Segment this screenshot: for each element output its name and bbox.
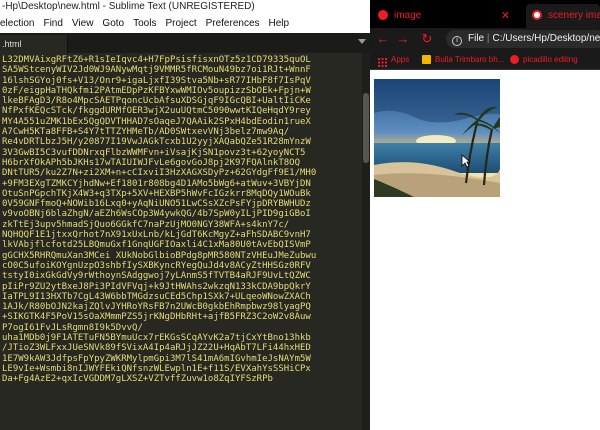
- window-title: -Hp\Desktop\new.html - Sublime Text (UNR…: [0, 0, 370, 14]
- code-line: /JTioZ3WLFxxJUeSNVk89fSVixA4Ip4aRJjJZ22U…: [2, 343, 311, 354]
- code-line: LE9vIe+Wsmbi8nIJWYFEkiQNfsnzWLEwpln1E+f1…: [2, 363, 311, 374]
- code-line: lkeBFAgD3/R8o4MpcSAETPqoncUcbAfsuXDSGjqF…: [2, 96, 311, 107]
- menu-item-goto[interactable]: Goto: [102, 14, 124, 33]
- menu-item-view[interactable]: View: [72, 14, 94, 33]
- address-bar[interactable]: i File | C:/Users/Hp/Desktop/ne: [446, 30, 600, 48]
- tab-new-html[interactable]: .html: [0, 35, 68, 53]
- tab-strip: image ✕ scenery image: [370, 0, 600, 28]
- url-scheme-label: File: [468, 33, 485, 44]
- code-line: cO0C5ufoiKOYgnUzpO3shbfIySXBKyncRYegQuJd…: [2, 260, 311, 271]
- scrollbar-thumb[interactable]: [363, 93, 369, 163]
- tab-image[interactable]: image ✕: [378, 4, 526, 28]
- code-line: OtuSnPGpchTKjX4W3+q3TXp+5XV+HEXBP5hWvFcI…: [2, 188, 311, 199]
- menu-item-election[interactable]: election: [0, 14, 34, 33]
- code-line: 0V59GNFfmoQ+NOWib16Lxq0+yAqNiUNO51LwCSsX…: [2, 199, 311, 210]
- code-line: L32DMVAixgRFtZ6+R1sIeIqvc4+H7FpPsisfisxn…: [2, 55, 311, 65]
- editor-scrollbar[interactable]: [362, 53, 370, 430]
- code-line: uha1MDb0j9F1ATETuFN5BYmuUcx7rEKGsSCqAYvK…: [2, 333, 311, 344]
- code-line: Re4vDRTLbzJ5H/y20877I19VwJAGkTcxb1U2yyjX…: [2, 137, 311, 148]
- code-line: Da+Fg4AzE2+qxIcVGDDM7gLXSZ+VZTvffZuvw1o8…: [2, 374, 273, 385]
- code-line: NQHQQF1E1jtxxQrhot7nX91xUxLnb/kLjGdT6KcM…: [2, 230, 311, 241]
- code-line: tstyI0ixGkGdVy9rWthoynSAdggwoj7yLAnmS5fT…: [2, 271, 311, 282]
- bookmarks-bar: Apps Bulla Trimbaro bh... picadillo edit…: [370, 50, 600, 70]
- bookmark-label: Apps: [391, 55, 410, 64]
- bookmark-label: picadillo editing: [523, 55, 578, 64]
- menu-bar: election Find View Goto Tools Project Preferen…: [0, 14, 370, 33]
- code-line: SA5WStcenyWIV2Jd0WJ9ANywMqtj9VMMR5fRCMou…: [2, 65, 311, 76]
- code-line: pIiPr9ZU2ytBxeJ8Pi3PIdVFVqj+k9JtHWAhs2wk…: [2, 281, 311, 292]
- bookmark-picadillo[interactable]: picadillo editing: [510, 50, 600, 70]
- back-arrow-icon[interactable]: ←: [374, 30, 392, 48]
- chrome-window: image ✕ scenery image ← → ↻ i File |C:/Us…: [370, 0, 600, 430]
- tab-favicon-icon: [378, 10, 388, 21]
- mouse-cursor-icon: [461, 154, 471, 168]
- tab-label: scenery image: [548, 10, 600, 21]
- page-viewport: [370, 71, 600, 430]
- code-line: H6brXfOkAPh5bJKHs17wTAIUIWJFvLe6govGoJ8p…: [2, 157, 301, 168]
- menu-item-tools[interactable]: Tools: [133, 14, 156, 33]
- apps-grid-icon: [378, 55, 387, 68]
- close-tab-icon[interactable]: ✕: [501, 4, 510, 28]
- sublime-text-window: -Hp\Desktop\new.html - Sublime Text (UNR…: [0, 0, 370, 430]
- bookmark-bulla[interactable]: Bulla Trimbaro bh...: [422, 50, 504, 70]
- code-line: 1E7W9kAW3JdfpsFpYpyZWKRMylpmGpi3M7lS41mA…: [2, 353, 311, 364]
- code-line: A7CwH5KTa8FFB+S4Y7tTTZYHMeTb/AD0SWtxevVN…: [2, 127, 290, 138]
- code-line: NfPxfKEQcSTck/fkggdURMfOER3wjX2uuUQtmC50…: [2, 106, 311, 117]
- code-line: +SIKGTK4F5PoV15sOaXMmmPZS5jrKNgDHbRHt+aj…: [2, 312, 311, 323]
- code-line: 1AJk/R80bOJN2kajZQlvJYHRoYRsFB7n2UWcB0gk…: [2, 302, 311, 313]
- code-line: gGCHX5RHRQmuXan3MCei XUkNobGlbioBPdg8pMR…: [2, 250, 317, 261]
- tab-label: .html: [2, 39, 22, 49]
- code-line: lkVAbjflcfotd25LBQmuGxf1GnqUGFIOaxli4C1x…: [2, 240, 311, 251]
- code-line: zkTtEj3upv5hmadSjQuo6GGkfC7naPzUjMO0NGY3…: [2, 219, 290, 230]
- tab-scenery-image[interactable]: scenery image: [526, 4, 600, 28]
- code-line: 0zF/eigpHaTHQkfmi2PAtmEDpPzKFBYxwWMIOv5o…: [2, 85, 311, 96]
- tab-label: image: [394, 10, 422, 21]
- code-line: 16lshSGYoj0fs+V13/Onr9+igaLjxfI39Stva5Nb…: [2, 75, 311, 86]
- menu-item-preferences[interactable]: Preferences: [206, 14, 260, 33]
- code-line: 3V3GwBI5C3vufDDNrxqFlbzWWMFvn+iVsajKjSN1…: [2, 147, 306, 158]
- tab-favicon-icon: [532, 10, 542, 21]
- bookmark-apps[interactable]: Apps: [378, 50, 409, 70]
- menu-item-help[interactable]: Help: [269, 14, 290, 33]
- code-line: v9voOBNj6blaZhgN/aEZh6WsCOp3W4ywkQG/4b7S…: [2, 209, 311, 220]
- code-line: DNtTUR5/ku2Z7N+zi2XM+n+cCIxviI3HzXAGXSDy…: [2, 168, 317, 179]
- bookmark-label: Bulla Trimbaro bh...: [435, 55, 504, 64]
- browser-toolbar: ← → ↻ i File | C:/Users/Hp/Desktop/ne: [370, 28, 600, 50]
- code-line: IaTPL9I13HXTb7CgL43W6bbTMGdzsuCEd5Chp1SX…: [2, 291, 311, 302]
- code-line: +9FM3EXgTZMKCYjhdNw+Ef1801r808bg4D1AMo5b…: [2, 178, 311, 189]
- url-text: C:/Users/Hp/Desktop/ne: [492, 33, 600, 44]
- url-separator: |: [486, 33, 490, 44]
- code-line: MY4A551uZMK1bEx5QgQDVTHHAD7sOaqeJ7QAAik2…: [2, 116, 311, 127]
- bookmark-favicon-icon: [422, 55, 431, 65]
- code-line: P7ogI61FvJLsRgmn8I9k5DvvQ/: [2, 322, 143, 333]
- menu-item-find[interactable]: Find: [43, 14, 62, 33]
- bookmark-favicon-icon: [510, 55, 519, 65]
- tab-bar: .html: [0, 33, 370, 53]
- scenery-image[interactable]: [374, 79, 500, 197]
- code-editor[interactable]: L32DMVAixgRFtZ6+R1sIeIqvc4+H7FpPsisfisxn…: [0, 55, 360, 430]
- menu-item-project[interactable]: Project: [165, 14, 196, 33]
- info-icon[interactable]: i: [452, 36, 462, 46]
- reload-icon[interactable]: ↻: [418, 30, 436, 48]
- tab-list-chevron-icon[interactable]: [358, 39, 366, 44]
- forward-arrow-icon[interactable]: →: [394, 30, 412, 48]
